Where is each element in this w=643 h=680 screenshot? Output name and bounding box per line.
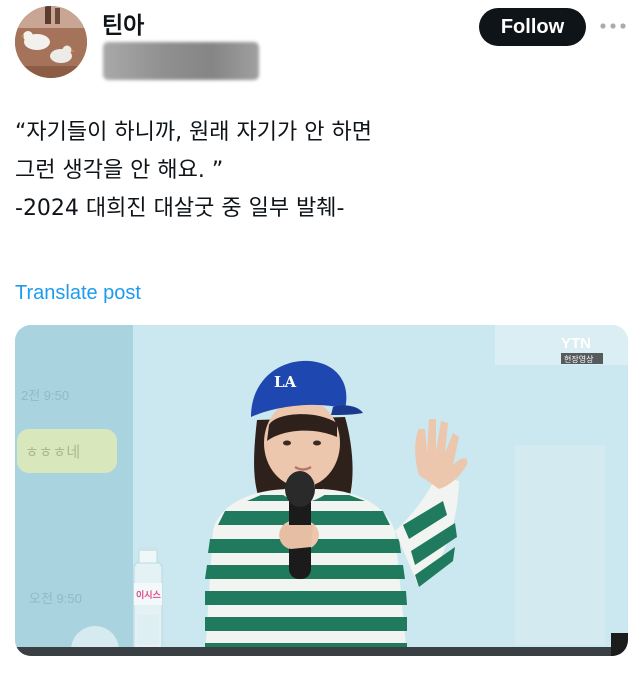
- follow-button[interactable]: Follow: [479, 8, 586, 46]
- author-avatar[interactable]: [15, 6, 87, 78]
- author-handle-redacted: [103, 42, 259, 80]
- tweet-text: “자기들이 하니까, 원래 자기가 안 하면 그런 생각을 안 해요. ” -2…: [15, 114, 625, 228]
- tweet-text-line: “자기들이 하니까, 원래 자기가 안 하면: [15, 120, 372, 145]
- cap-logo: LA: [274, 373, 297, 391]
- translate-post-link[interactable]: Translate post: [15, 280, 141, 306]
- bottle-label: 이시스: [136, 589, 162, 601]
- chat-time-2: 오전 9:50: [29, 591, 82, 606]
- press-conference-photo: 2전 9:50 ㅎㅎㅎ네 오전 9:50 YTN 현장영상 LA 이시스: [15, 325, 628, 656]
- broadcaster-logo: YTN: [561, 335, 591, 352]
- tweet-text-line: 그런 생각을 안 해요. ”: [15, 158, 224, 183]
- tweet-text-line: -2024 대희진 대살굿 중 일부 발췌-: [15, 196, 345, 221]
- chat-bubble-text: ㅎㅎㅎ네: [25, 443, 80, 461]
- author-display-name[interactable]: 틴아: [102, 12, 144, 40]
- tweet-media-image[interactable]: 2전 9:50 ㅎㅎㅎ네 오전 9:50 YTN 현장영상 LA 이시스: [15, 325, 628, 656]
- broadcaster-tag: 현장영상: [564, 354, 594, 364]
- chat-time-1: 2전 9:50: [21, 388, 69, 403]
- more-horizontal-icon[interactable]: [598, 18, 628, 34]
- duck-photo-avatar-icon: [15, 6, 87, 78]
